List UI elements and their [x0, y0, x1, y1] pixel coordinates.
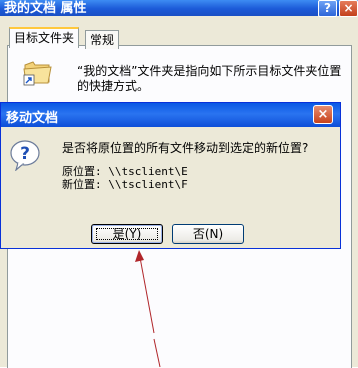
help-button[interactable]: ?	[318, 0, 337, 17]
move-documents-dialog: 移动文档 × ? 是否将原位置的所有文件移动到选定的新位置? 原位置: \\ts…	[0, 102, 341, 249]
dialog-close-button[interactable]: ×	[313, 105, 333, 124]
svg-text:?: ?	[20, 144, 30, 164]
folder-shortcut-icon	[23, 61, 52, 86]
tab-target-folder[interactable]: 目标文件夹	[9, 27, 80, 48]
no-button-label: 否(N)	[192, 227, 224, 241]
focus-rectangle	[96, 228, 158, 240]
dialog-title-bar: 移动文档 ×	[1, 103, 340, 127]
properties-close-button[interactable]: ×	[339, 0, 358, 17]
dialog-title: 移动文档	[6, 111, 59, 126]
properties-title-bar: 我的文档 属性 ? ×	[0, 0, 358, 17]
question-icon: ?	[10, 140, 40, 171]
yes-button[interactable]: 是(Y)	[91, 224, 163, 244]
dialog-question-text: 是否将原位置的所有文件移动到选定的新位置?	[62, 141, 309, 155]
tab-general[interactable]: 常规	[85, 30, 120, 49]
shortcut-description: “我的文档”文件夹是指向如下所示目标文件夹位置的快捷方式。	[77, 64, 342, 93]
no-button[interactable]: 否(N)	[172, 224, 244, 244]
new-location-text: 新位置: \\tsclient\F	[62, 178, 188, 191]
properties-title: 我的文档 属性	[4, 1, 87, 16]
